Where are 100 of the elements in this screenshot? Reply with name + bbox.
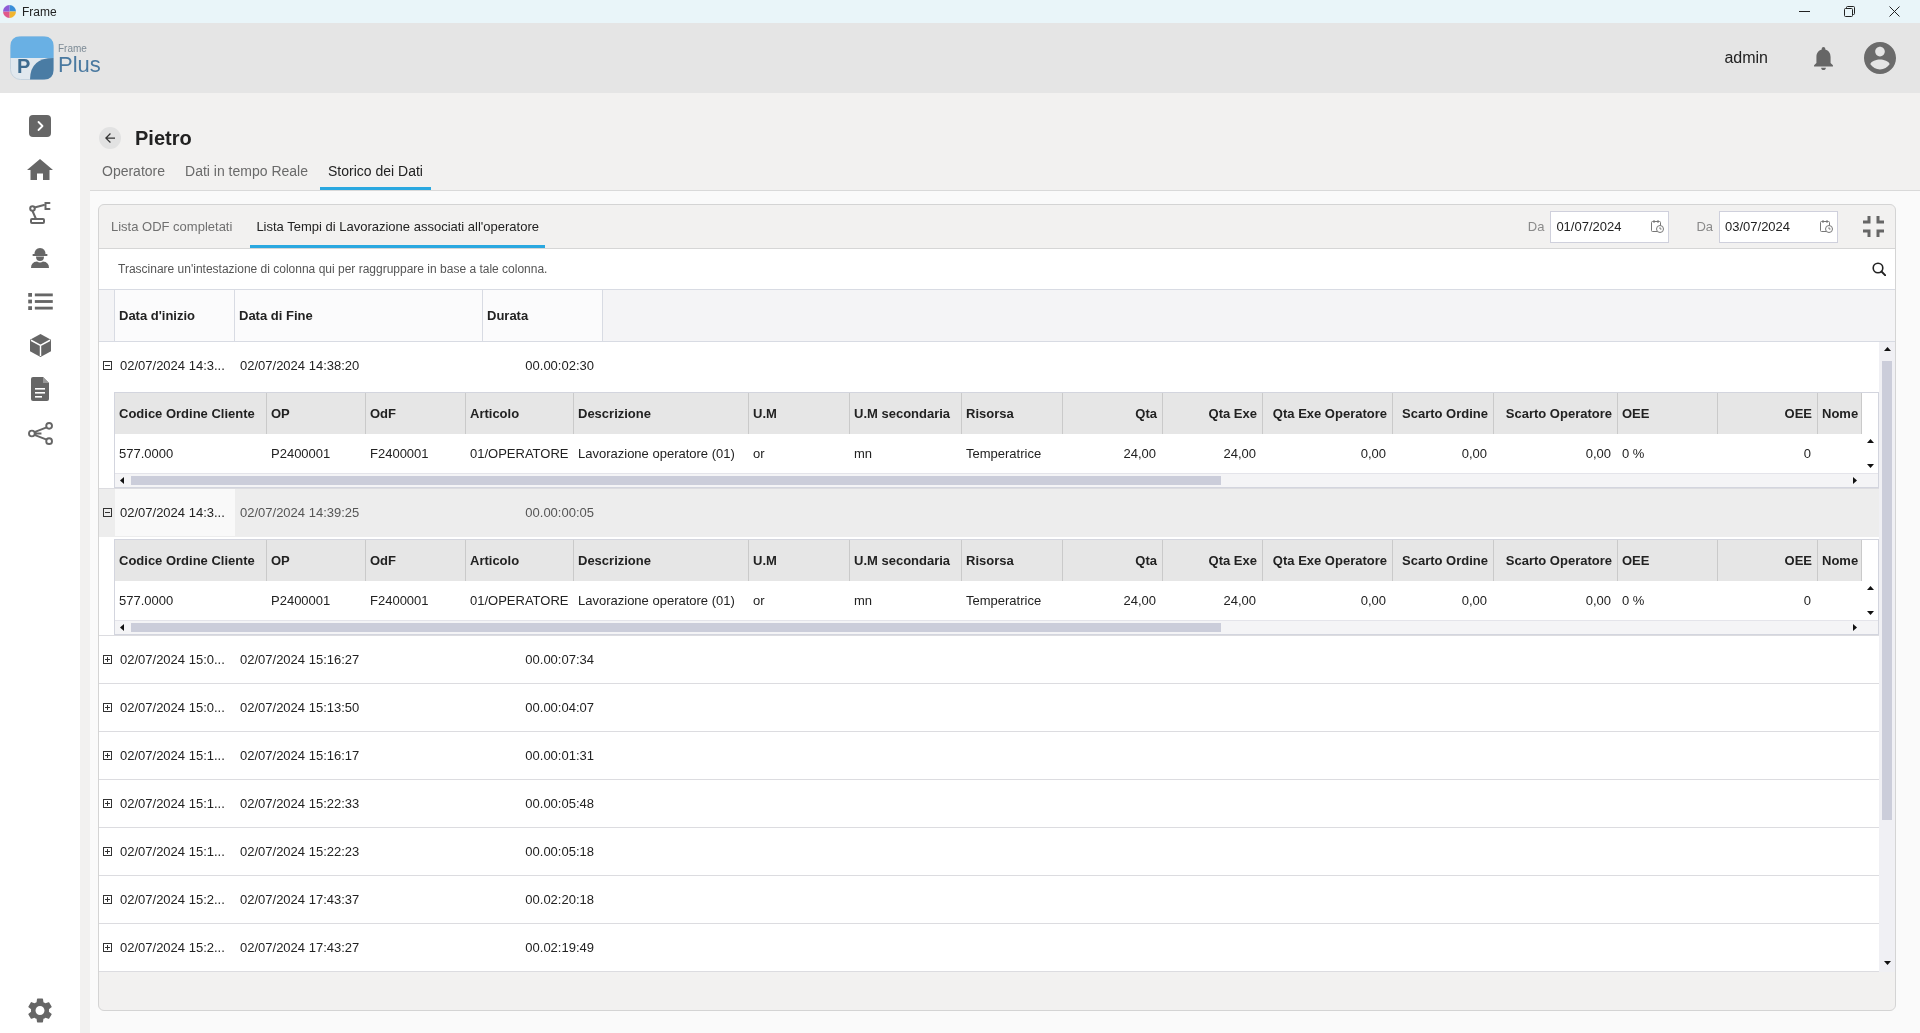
arrow-down-icon[interactable] [1883,961,1891,965]
plus-box-icon[interactable] [103,703,112,712]
data-value: 0,00 [1360,446,1386,461]
column-header[interactable]: Qta Exe Operatore [1263,540,1393,581]
column-header[interactable]: Durata [483,290,603,341]
vertical-scrollbar[interactable] [1879,342,1895,972]
column-header[interactable]: Scarto Operatore [1494,393,1618,434]
tab[interactable]: Lista ODF completati [105,205,239,248]
expand-icon[interactable] [29,115,51,137]
tab[interactable]: Operatore [94,155,174,190]
page-title: Pietro [135,126,192,150]
column-header[interactable]: Descrizione [574,540,749,581]
column-header[interactable]: U.M [749,393,850,434]
arrow-left-icon[interactable] [120,477,124,484]
column-header[interactable]: OdF [366,393,466,434]
column-header[interactable]: Descrizione [574,393,749,434]
tab[interactable]: Dati in tempo Reale [177,155,316,190]
arrow-left-icon[interactable] [120,624,124,631]
search-icon[interactable] [1872,262,1886,276]
robot-arm-icon[interactable] [29,202,51,224]
arrow-right-icon[interactable] [1853,624,1857,631]
duration: 00.02:20:18 [525,892,594,907]
calendar-clock-icon[interactable] [1651,220,1665,233]
column-header[interactable]: Codice Ordine Cliente [115,540,267,581]
column-header[interactable]: Qta [1063,393,1163,434]
column-header[interactable]: Articolo [466,393,574,434]
arrow-up-icon[interactable] [1883,347,1891,351]
data-value: 0 [1803,593,1811,608]
column-header[interactable]: Qta Exe [1163,540,1263,581]
scrollbar-thumb[interactable] [131,623,1221,632]
plus-box-icon[interactable] [103,943,112,952]
horizontal-scrollbar[interactable] [115,473,1878,487]
collapse-icon[interactable] [1863,216,1884,237]
column-header[interactable]: OP [267,540,366,581]
plus-box-icon[interactable] [103,847,112,856]
arrow-up-icon[interactable] [1866,586,1874,590]
column-header[interactable]: OEE [1618,540,1718,581]
plus-box-icon[interactable] [103,751,112,760]
column-header[interactable]: U.M secondaria [850,540,962,581]
data-value: 24,00 [1223,446,1256,461]
worker-icon[interactable] [29,246,51,268]
end-time: 02/07/2024 15:22:23 [240,844,360,859]
date-field[interactable]: 01/07/2024 [1550,210,1670,243]
column-header[interactable]: Scarto Operatore [1494,540,1618,581]
arrow-down-icon[interactable] [1866,611,1874,615]
plus-box-icon[interactable] [103,895,112,904]
arrow-up-icon[interactable] [1866,439,1874,443]
column-header[interactable]: OEE [1718,540,1818,581]
arrow-down-icon[interactable] [1866,464,1874,468]
plus-box-icon[interactable] [103,655,112,664]
minus-box-icon[interactable] [103,508,112,517]
column-header[interactable]: OP [267,393,366,434]
back-button[interactable] [99,127,121,149]
date-field[interactable]: 03/07/2024 [1719,210,1838,243]
list-icon[interactable] [27,292,53,310]
column-header[interactable]: OEE [1618,393,1718,434]
column-header[interactable]: U.M [749,540,850,581]
column-header[interactable]: Nome [1818,540,1862,581]
data-value: 577.0000 [119,446,174,461]
arrow-right-icon[interactable] [1853,477,1857,484]
column-header[interactable]: Scarto Ordine [1393,540,1494,581]
column-header[interactable]: Qta [1063,540,1163,581]
column-header[interactable]: Nome [1818,393,1862,434]
scrollbar-thumb[interactable] [131,476,1221,485]
data-value: Temperatrice [966,593,1042,608]
settings-icon[interactable] [28,997,52,1023]
column-header[interactable]: Qta Exe Operatore [1263,393,1393,434]
column-header[interactable]: OdF [366,540,466,581]
column-header[interactable]: Data di Fine [235,290,483,341]
column-header[interactable]: Risorsa [962,393,1063,434]
user-avatar-icon[interactable] [1864,42,1896,74]
plus-box-icon[interactable] [103,799,112,808]
column-header[interactable]: OEE [1718,393,1818,434]
scrollbar-thumb[interactable] [1882,361,1892,820]
data-value: Temperatrice [966,446,1042,461]
column-header[interactable]: Articolo [466,540,574,581]
column-header[interactable]: Risorsa [962,540,1063,581]
calendar-clock-icon[interactable] [1820,220,1833,233]
column-header[interactable]: Scarto Ordine [1393,393,1494,434]
end-time: 02/07/2024 17:43:27 [240,940,360,955]
document-icon[interactable] [31,377,49,401]
data-value: 0 % [1622,593,1645,608]
restore-icon[interactable] [1844,6,1855,17]
cube-icon[interactable] [29,333,51,357]
column-header[interactable]: Qta Exe [1163,393,1263,434]
end-time: 02/07/2024 15:16:27 [240,652,360,667]
home-icon[interactable] [27,158,53,180]
group-row[interactable]: 02/07/2024 14:3... 02/07/2024 14:39:25 00.00:00:05 [99,489,1879,537]
nodes-icon[interactable] [27,421,53,445]
bell-icon[interactable] [1814,46,1833,70]
data-value: 0,00 [1585,446,1611,461]
data-value: or [753,593,765,608]
column-header[interactable]: Codice Ordine Cliente [115,393,267,434]
column-header[interactable]: U.M secondaria [850,393,962,434]
data-value: F2400001 [370,446,429,461]
column-header[interactable]: Data d'inizio [115,290,235,341]
start-time: 02/07/2024 15:2... [120,940,225,955]
close-icon[interactable] [1889,6,1900,17]
horizontal-scrollbar[interactable] [115,620,1878,634]
minus-box-icon[interactable] [103,361,112,370]
